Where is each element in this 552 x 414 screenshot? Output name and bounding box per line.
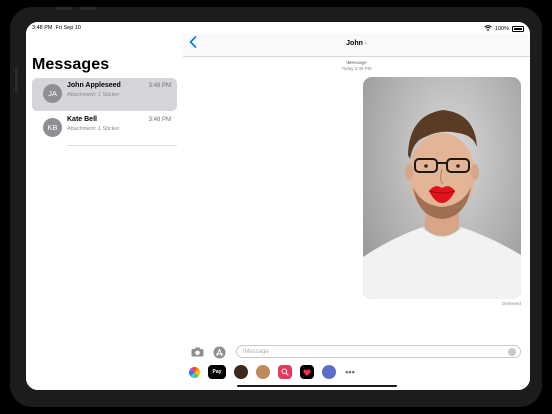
message-input[interactable]: iMessage — [236, 345, 521, 358]
apple-pay-app-icon[interactable]: Pay — [208, 365, 226, 379]
status-indicators: 100% — [484, 25, 524, 33]
message-time: 3:48 PM — [148, 117, 171, 123]
conversation-row-kate-bell[interactable]: KB Kate Bell 3:48 PM Attachment: 1 Stick… — [32, 112, 177, 145]
avatar: JA — [43, 84, 62, 103]
contact-name: Kate Bell — [67, 116, 97, 123]
contact-name: John Appleseed — [67, 82, 121, 89]
battery-icon — [512, 25, 524, 33]
wifi-icon — [484, 25, 492, 33]
digital-touch-app-icon[interactable] — [300, 365, 314, 379]
chat-nav-bar: John › — [183, 34, 530, 57]
compose-area: iMessage Pay ••• — [183, 340, 530, 390]
memoji-stickers-app-icon[interactable] — [256, 365, 270, 379]
chat-pane: John › iMessage Today 3:48 PM Delivered … — [183, 22, 530, 390]
conversation-title[interactable]: John › — [183, 40, 530, 47]
apple-pay-label: Pay — [212, 369, 222, 375]
volume-button — [80, 7, 96, 10]
sidebar-title: Messages — [32, 56, 110, 73]
camera-icon[interactable] — [190, 345, 204, 359]
app-store-icon[interactable] — [212, 345, 226, 359]
message-timestamp: Today 3:48 PM — [341, 66, 372, 71]
service-label: iMessage — [346, 60, 367, 65]
delivered-status: Delivered — [501, 301, 521, 306]
conversation-row-john-appleseed[interactable]: JA John Appleseed 3:48 PM Attachment: 1 … — [32, 78, 177, 111]
input-placeholder: iMessage — [243, 349, 269, 355]
contact-name: John — [346, 40, 363, 47]
microphone-icon[interactable] — [508, 348, 516, 356]
message-preview: Attachment: 1 Sticker — [67, 92, 120, 98]
sticker-app-icon[interactable] — [322, 365, 336, 379]
conversation-sidebar: Messages JA John Appleseed 3:48 PM Attac… — [26, 22, 184, 390]
status-time: 3:48 PM — [32, 25, 53, 31]
row-divider — [67, 145, 177, 146]
chevron-right-icon: › — [364, 41, 367, 47]
status-bar: 3:48 PM Fri Sep 10 100% — [26, 22, 530, 34]
battery-percentage: 100% — [494, 26, 509, 32]
status-datetime: 3:48 PM Fri Sep 10 — [32, 25, 81, 31]
search-images-app-icon[interactable] — [278, 365, 292, 379]
volume-button — [56, 7, 72, 10]
status-date: Fri Sep 10 — [55, 25, 81, 31]
more-apps-icon[interactable]: ••• — [344, 365, 356, 379]
avatar: KB — [43, 118, 62, 137]
memoji-app-icon[interactable] — [234, 365, 248, 379]
message-time: 3:48 PM — [148, 83, 171, 89]
photos-app-icon[interactable] — [189, 366, 200, 378]
side-button — [15, 67, 18, 93]
message-photo[interactable] — [363, 77, 521, 299]
screen: Messages JA John Appleseed 3:48 PM Attac… — [26, 22, 530, 390]
person-photo-illustration — [363, 110, 521, 299]
app-drawer: Pay ••• — [189, 365, 356, 379]
message-preview: Attachment: 1 Sticker — [67, 126, 120, 132]
home-indicator — [237, 384, 397, 387]
